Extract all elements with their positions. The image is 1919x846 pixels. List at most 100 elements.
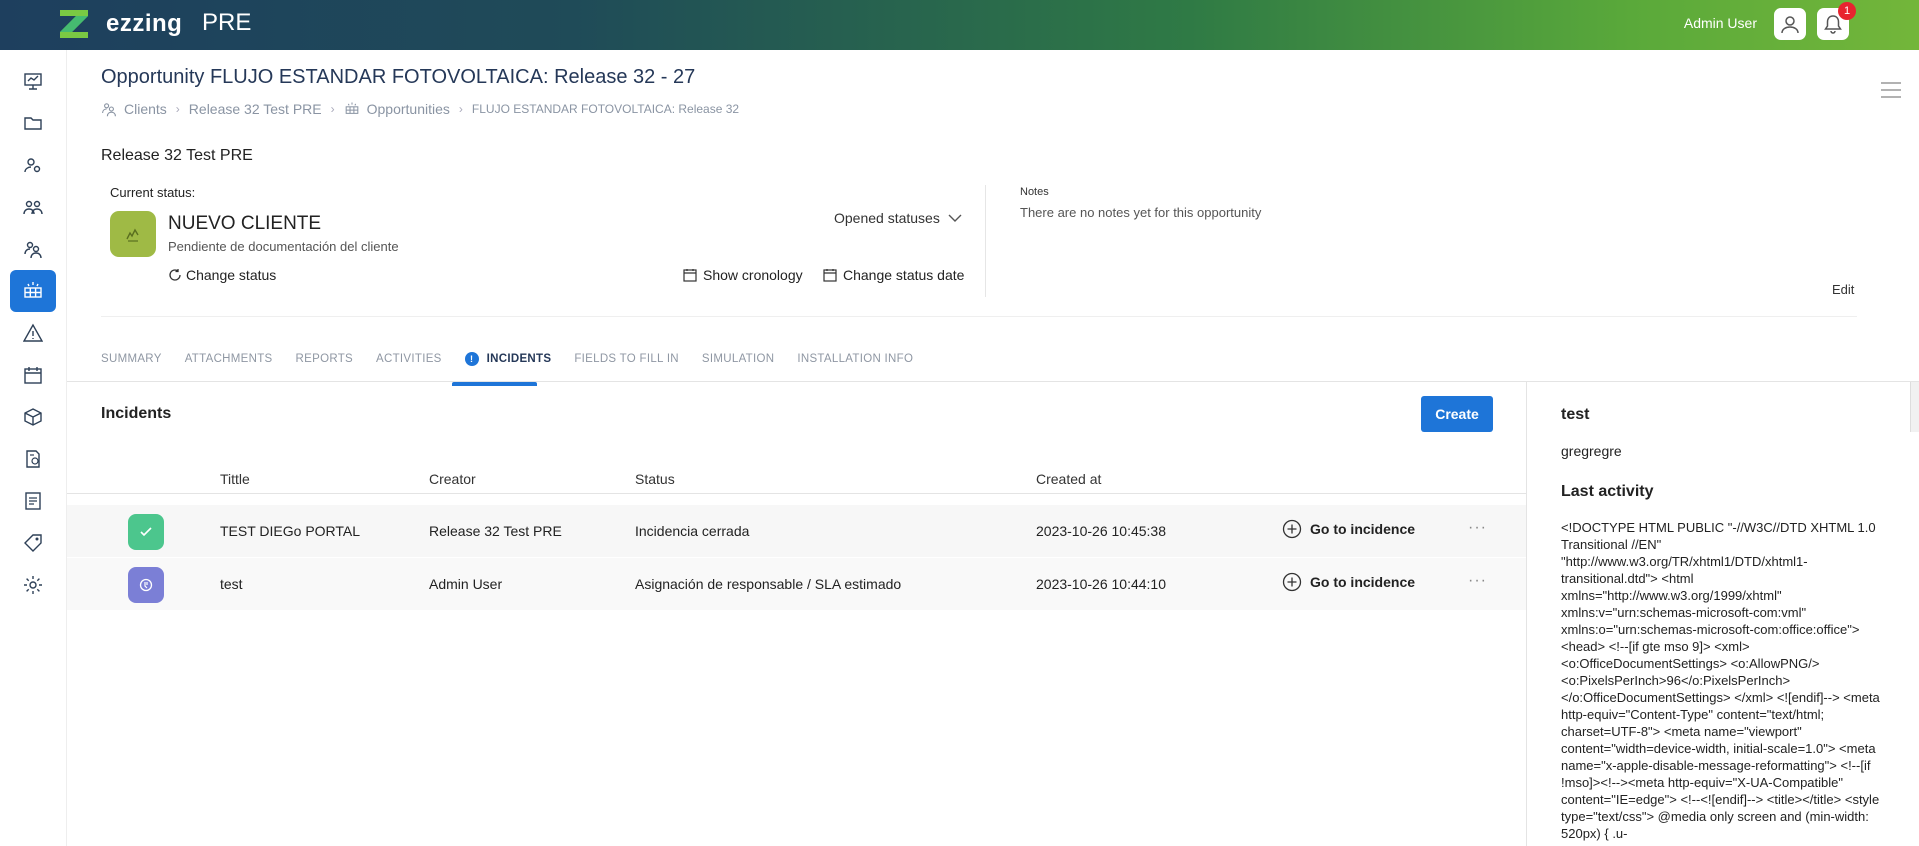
show-cronology-button[interactable]: Show cronology <box>683 267 803 283</box>
sidebar-item-projects[interactable] <box>10 102 56 144</box>
status-tile <box>110 211 156 257</box>
table-row[interactable]: test Admin User Asignación de responsabl… <box>67 558 1526 610</box>
calendar-clock-icon <box>683 269 697 282</box>
tab-label: REPORTS <box>295 353 354 365</box>
status-name: NUEVO CLIENTE <box>168 213 322 234</box>
chevron-down-icon <box>948 214 962 222</box>
refresh-icon <box>169 269 181 281</box>
chevron-right-icon: › <box>458 102 463 116</box>
sidebar-item-billing[interactable] <box>10 438 56 480</box>
column-header-created-at[interactable]: Created at <box>1036 471 1101 487</box>
incident-detail-title: test <box>1561 406 1590 423</box>
go-to-incidence-link[interactable]: Go to incidence <box>1282 572 1415 592</box>
last-activity-heading: Last activity <box>1561 483 1654 500</box>
change-status-date-button[interactable]: Change status date <box>823 267 964 283</box>
breadcrumb-client[interactable]: Release 32 Test PRE <box>189 101 322 117</box>
user-profile-button[interactable] <box>1774 8 1806 40</box>
column-header-status[interactable]: Status <box>635 471 675 487</box>
incident-status-tile <box>128 514 164 550</box>
plus-circle-icon <box>1282 519 1302 539</box>
tab-fields-to-fill-in[interactable]: FIELDS TO FILL IN <box>574 350 702 382</box>
incident-creator: Release 32 Test PRE <box>429 523 562 539</box>
tab-attachments[interactable]: ATTACHMENTS <box>185 350 296 382</box>
table-row[interactable]: TEST DIEGo PORTAL Release 32 Test PRE In… <box>67 505 1526 557</box>
table-header-border <box>67 493 1526 494</box>
incident-created-at: 2023-10-26 10:45:38 <box>1036 523 1166 539</box>
breadcrumb-clients[interactable]: Clients <box>124 101 167 117</box>
brand-name: ezzing <box>106 10 183 37</box>
status-description: Pendiente de documentación del cliente <box>168 239 399 254</box>
top-bar: ezzing PRE Admin User 1 <box>0 0 1919 50</box>
tab-bar: SUMMARY ATTACHMENTS REPORTS ACTIVITIES !… <box>101 350 936 382</box>
notes-label: Notes <box>1020 186 1049 198</box>
sidebar-item-leads[interactable] <box>10 144 56 186</box>
hand-icon <box>139 578 153 592</box>
tag-icon <box>24 534 42 552</box>
scrollbar[interactable] <box>1910 382 1919 432</box>
sidebar-item-reports[interactable] <box>10 480 56 522</box>
change-status-label: Change status <box>186 267 277 283</box>
invoice-icon <box>26 450 40 468</box>
divider <box>101 316 1857 317</box>
sidebar-item-settings[interactable] <box>10 564 56 606</box>
breadcrumb: Clients › Release 32 Test PRE › Opportun… <box>101 101 739 117</box>
incident-title: TEST DIEGo PORTAL <box>220 523 361 539</box>
incident-detail-description: gregregre <box>1561 443 1622 459</box>
tab-reports[interactable]: REPORTS <box>296 350 376 382</box>
sidebar-item-dashboard[interactable] <box>10 60 56 102</box>
column-header-title[interactable]: Tittle <box>220 471 250 487</box>
breadcrumb-opportunities[interactable]: Opportunities <box>367 101 450 117</box>
tab-label: INSTALLATION INFO <box>797 353 914 365</box>
opened-statuses-label: Opened statuses <box>834 210 940 226</box>
notifications-button[interactable]: 1 <box>1817 2 1856 40</box>
tab-activities[interactable]: ACTIVITIES <box>376 350 465 382</box>
sidebar-item-offers[interactable] <box>10 522 56 564</box>
create-incident-button[interactable]: Create <box>1421 396 1493 432</box>
ezzing-logo-icon[interactable] <box>56 6 92 42</box>
sidebar-item-teams[interactable] <box>10 186 56 228</box>
solar-panel-icon <box>24 282 42 298</box>
presentation-icon <box>24 73 42 90</box>
notes-text: There are no notes yet for this opportun… <box>1020 205 1262 220</box>
more-options-icon[interactable]: ··· <box>1468 572 1487 590</box>
sidebar <box>0 50 67 846</box>
sidebar-item-clients[interactable] <box>10 228 56 270</box>
check-icon <box>140 527 152 537</box>
change-status-button[interactable]: Change status <box>168 267 276 283</box>
go-to-incidence-link[interactable]: Go to incidence <box>1282 519 1415 539</box>
user-name: Admin User <box>1683 15 1757 31</box>
incident-creator: Admin User <box>429 576 503 592</box>
sidebar-item-opportunities[interactable] <box>10 270 56 312</box>
tab-incidents[interactable]: ! INCIDENTS <box>464 350 575 382</box>
column-header-creator[interactable]: Creator <box>429 471 476 487</box>
breadcrumb-current: FLUJO ESTANDAR FOTOVOLTAICA: Release 32 <box>471 102 740 116</box>
tab-simulation[interactable]: SIMULATION <box>702 350 797 382</box>
alert-badge-icon: ! <box>464 352 479 366</box>
opened-statuses-dropdown[interactable]: Opened statuses <box>834 210 962 226</box>
clients-icon <box>24 241 42 259</box>
chevron-right-icon: › <box>330 102 335 116</box>
go-to-incidence-label: Go to incidence <box>1310 521 1416 537</box>
tab-label: FIELDS TO FILL IN <box>574 353 679 365</box>
box-icon <box>24 408 42 426</box>
go-to-incidence-label: Go to incidence <box>1310 574 1416 590</box>
sidebar-item-products[interactable] <box>10 396 56 438</box>
tab-label: SUMMARY <box>101 353 162 365</box>
incident-status-tile <box>128 567 164 603</box>
current-status-label: Current status: <box>110 185 196 200</box>
edit-notes-button[interactable]: Edit <box>1832 282 1854 297</box>
sidebar-item-incidents[interactable] <box>10 312 56 354</box>
incident-title: test <box>220 576 243 592</box>
more-options-icon[interactable]: ··· <box>1468 519 1487 537</box>
tab-summary[interactable]: SUMMARY <box>101 350 185 382</box>
gear-icon <box>24 576 42 594</box>
environment-label: PRE <box>202 9 252 36</box>
menu-icon[interactable] <box>1881 82 1901 98</box>
tab-label: INCIDENTS <box>486 353 552 365</box>
incidents-title: Incidents <box>101 405 172 422</box>
plus-circle-icon <box>1282 572 1302 592</box>
tab-installation-info[interactable]: INSTALLATION INFO <box>797 350 936 382</box>
tab-label: ACTIVITIES <box>376 353 442 365</box>
show-cronology-label: Show cronology <box>703 267 803 283</box>
sidebar-item-calendar[interactable] <box>10 354 56 396</box>
